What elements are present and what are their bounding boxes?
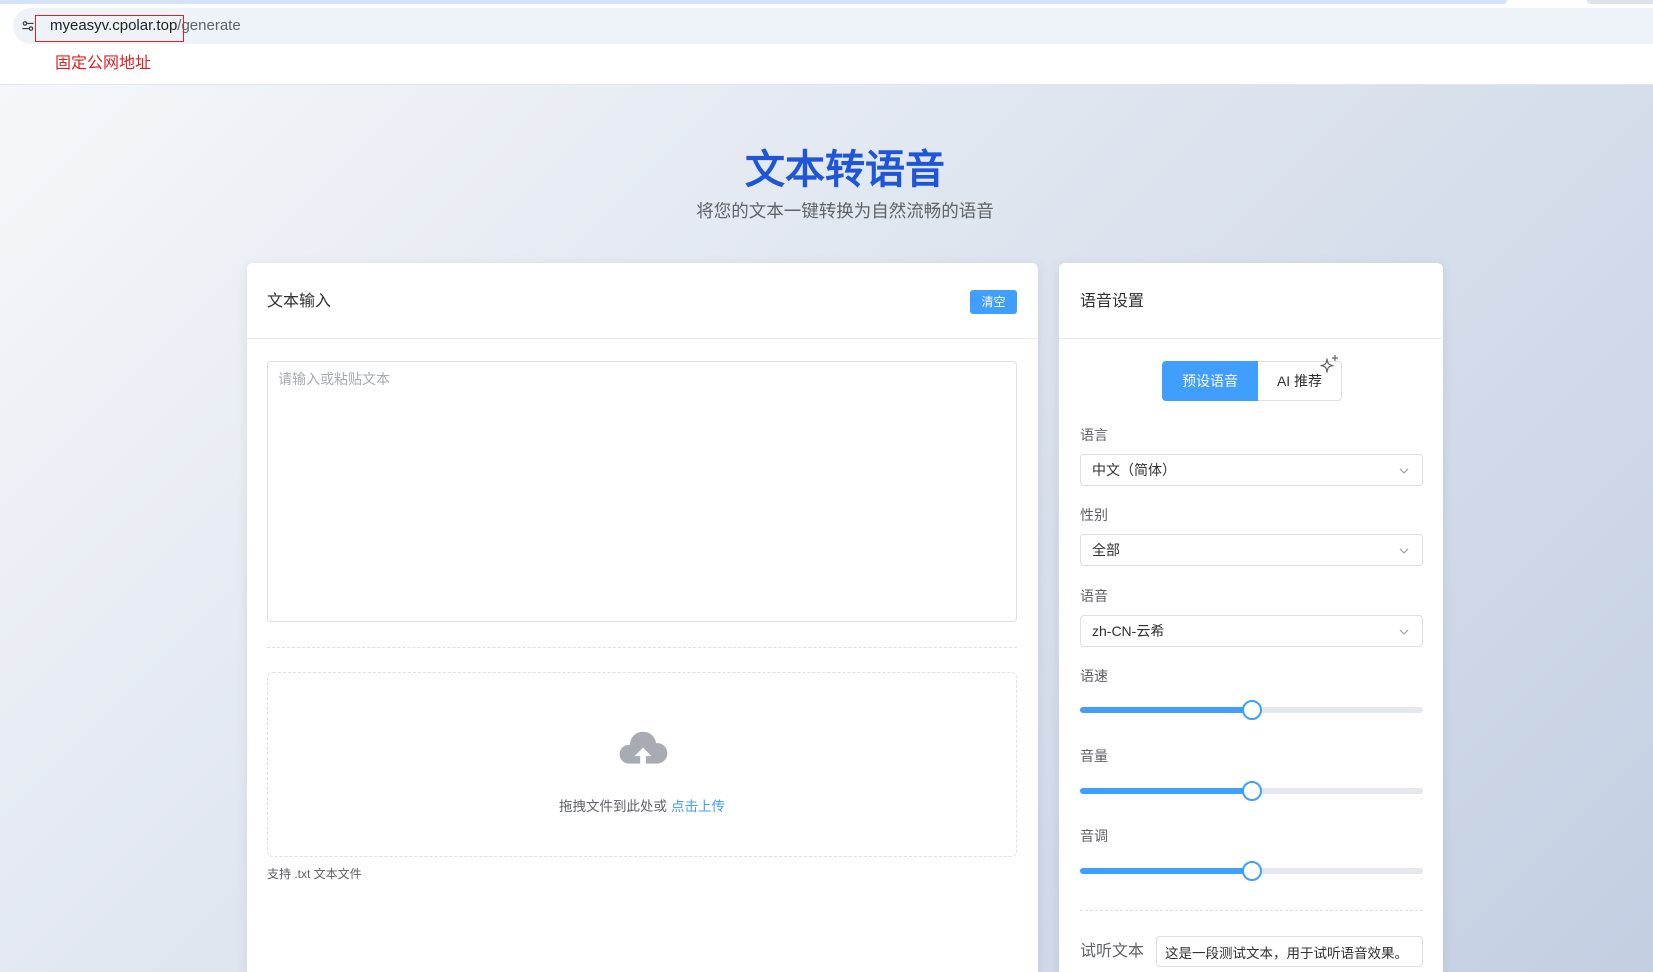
language-select[interactable]: 中文（简体） — [1080, 454, 1423, 486]
sparkle-icon — [1320, 354, 1339, 373]
upload-prompt: 拖拽文件到此处或 — [559, 799, 667, 814]
upload-cloud-icon — [619, 731, 668, 764]
upload-text: 拖拽文件到此处或 点击上传 — [268, 797, 1016, 817]
voice-settings-title: 语音设置 — [1080, 293, 1145, 310]
rate-slider-fill — [1080, 707, 1252, 713]
browser-window: myeasyv.cpolar.top/generate 固定公网地址 文本转语音… — [0, 0, 1653, 972]
tune-icon[interactable] — [22, 20, 34, 32]
volume-slider[interactable] — [1080, 781, 1423, 801]
voice-select[interactable]: zh-CN-云希 — [1080, 615, 1423, 647]
tab-preset-voice[interactable]: 预设语音 — [1162, 361, 1258, 401]
rate-slider-handle[interactable] — [1241, 700, 1262, 720]
pitch-label: 音调 — [1080, 828, 1108, 844]
preview-text-input[interactable] — [1156, 936, 1423, 967]
gender-label: 性别 — [1080, 507, 1108, 523]
divider — [267, 647, 1017, 648]
voice-label: 语音 — [1080, 588, 1108, 604]
page-body: 文本转语音 将您的文本一键转换为自然流畅的语音 文本输入 清空 拖拽文件到此处或… — [0, 84, 1653, 972]
upload-dropzone[interactable]: 拖拽文件到此处或 点击上传 — [267, 672, 1017, 857]
annotation-highlight-box — [35, 15, 184, 42]
voice-settings-card: 语音设置 预设语音 AI 推荐 语言 中文（简体） 性别 全部 语音 zh-CN… — [1059, 263, 1443, 972]
upload-link[interactable]: 点击上传 — [671, 799, 725, 814]
url-path: /generate — [177, 17, 241, 34]
pitch-slider-handle[interactable] — [1241, 861, 1262, 881]
voice-settings-card-header: 语音设置 — [1059, 263, 1443, 339]
pitch-slider[interactable] — [1080, 861, 1423, 881]
gender-select-value: 全部 — [1092, 542, 1120, 558]
volume-slider-handle[interactable] — [1241, 781, 1262, 801]
gender-select[interactable]: 全部 — [1080, 534, 1423, 566]
annotation-label: 固定公网地址 — [55, 55, 152, 72]
language-select-value: 中文（简体） — [1092, 462, 1176, 478]
clear-button[interactable]: 清空 — [970, 290, 1017, 314]
preview-text-label: 试听文本 — [1080, 943, 1145, 960]
voice-select-value: zh-CN-云希 — [1092, 623, 1165, 639]
chevron-down-icon — [1399, 548, 1409, 554]
tab-strip — [0, 0, 1507, 4]
page-subtitle: 将您的文本一键转换为自然流畅的语音 — [696, 201, 994, 221]
voice-mode-tabs: 预设语音 AI 推荐 — [1162, 354, 1342, 401]
text-input-card-header: 文本输入 清空 — [247, 263, 1038, 339]
language-label: 语言 — [1080, 427, 1108, 443]
upload-hint: 支持 .txt 文本文件 — [267, 867, 362, 881]
volume-label: 音量 — [1080, 748, 1108, 764]
text-input-card: 文本输入 清空 拖拽文件到此处或点击上传 支持 .txt 文本文件 — [247, 263, 1038, 972]
page-title: 文本转语音 — [745, 148, 945, 192]
rate-slider[interactable] — [1080, 700, 1423, 720]
text-input-textarea[interactable] — [267, 361, 1017, 622]
pitch-slider-fill — [1080, 868, 1252, 874]
tab-strip-right — [1587, 0, 1653, 4]
rate-label: 语速 — [1080, 668, 1108, 684]
text-input-title: 文本输入 — [267, 293, 332, 310]
divider — [1080, 910, 1423, 911]
volume-slider-fill — [1080, 788, 1252, 794]
chevron-down-icon — [1399, 629, 1409, 635]
chevron-down-icon — [1399, 468, 1409, 474]
address-bar[interactable]: myeasyv.cpolar.top/generate — [13, 8, 1653, 44]
